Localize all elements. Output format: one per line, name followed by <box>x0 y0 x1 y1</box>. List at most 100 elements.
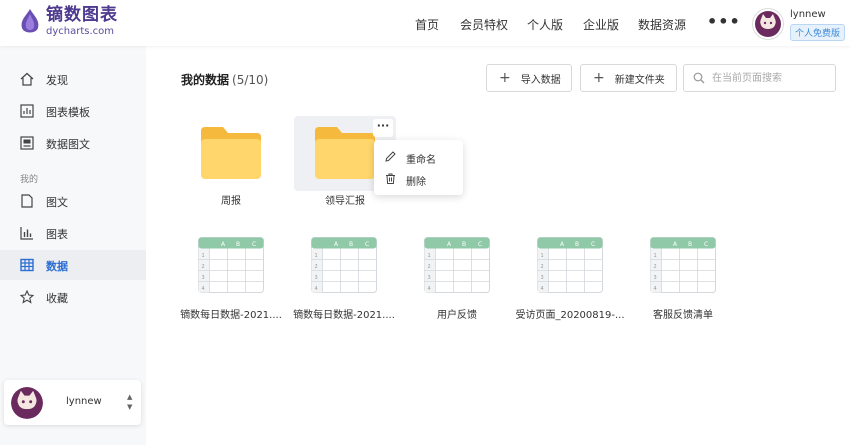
sidebar-item-discover[interactable]: 发现 <box>0 64 146 94</box>
sidebar-item-label: 数据图文 <box>46 138 90 151</box>
sidebar-item-data-articles[interactable]: 数据图文 <box>0 128 146 158</box>
spreadsheet-thumbnail[interactable]: A B C 1 2 3 4 <box>198 237 264 293</box>
folder-icon <box>315 127 375 179</box>
spreadsheet-thumbnail[interactable]: A B C 1 2 3 4 <box>650 237 716 293</box>
svg-text:C: C <box>591 241 595 248</box>
table-icon <box>20 258 34 272</box>
svg-text:3: 3 <box>202 275 205 281</box>
svg-text:1: 1 <box>541 253 544 259</box>
spreadsheet-icon: A B C 1 2 3 4 <box>650 237 716 293</box>
up-down-arrows-icon[interactable]: ▲ ▼ <box>127 392 132 412</box>
nav-enterprise[interactable]: 企业版 <box>583 16 619 33</box>
sidebar-item-chart-templates[interactable]: 图表模板 <box>0 96 146 126</box>
spreadsheet-icon: A B C 1 2 3 4 <box>424 237 490 293</box>
svg-text:1: 1 <box>315 253 318 259</box>
home-icon <box>20 72 34 86</box>
rename-menu-item[interactable]: 重命名 <box>374 146 463 168</box>
new-folder-button[interactable]: + 新建文件夹 <box>580 64 677 92</box>
nav-personal[interactable]: 个人版 <box>527 16 563 33</box>
search-box[interactable] <box>683 64 836 92</box>
file-name[interactable]: 受访页面_20200819-... <box>510 306 630 321</box>
sidebar-item-articles[interactable]: 图文 <box>0 186 146 216</box>
svg-text:4: 4 <box>315 286 318 292</box>
spreadsheet-thumbnail[interactable]: A B C 1 2 3 4 <box>424 237 490 293</box>
plan-badge: 个人免费版 <box>790 24 846 41</box>
svg-text:C: C <box>704 241 708 248</box>
sidebar-avatar <box>11 387 43 419</box>
brand-title: 镝数图表 <box>46 5 118 25</box>
svg-text:4: 4 <box>202 286 205 292</box>
sidebar: 发现 图表模板 数据图文 我的 图文 图表 数据 收藏 lynnew ▲ ▼ <box>0 46 146 445</box>
sidebar-item-data[interactable]: 数据 <box>0 250 146 280</box>
octocat-avatar-icon <box>755 11 781 37</box>
svg-text:C: C <box>478 241 482 248</box>
plus-icon: + <box>593 70 605 86</box>
sidebar-username: lynnew <box>66 396 102 407</box>
sidebar-item-favorites[interactable]: 收藏 <box>0 282 146 312</box>
bar-chart-icon <box>20 227 33 240</box>
nav-membership[interactable]: 会员特权 <box>460 16 508 33</box>
octocat-avatar-icon <box>11 387 43 419</box>
top-header: 镝数图表 dycharts.com 首页 会员特权 个人版 企业版 数据资源 •… <box>0 0 851 46</box>
spreadsheet-icon: A B C 1 2 3 4 <box>198 237 264 293</box>
spreadsheet-thumbnail[interactable]: A B C 1 2 3 4 <box>537 237 603 293</box>
spreadsheet-icon: A B C 1 2 3 4 <box>537 237 603 293</box>
chart-template-icon <box>20 104 34 118</box>
data-count: (5/10) <box>232 73 269 87</box>
file-name[interactable]: 镝数每日数据-2021.... <box>171 306 291 321</box>
svg-text:4: 4 <box>654 286 657 292</box>
header-username: lynnew <box>790 9 826 20</box>
delete-label: 删除 <box>406 177 426 188</box>
sidebar-item-label: 图文 <box>46 196 68 209</box>
import-data-label: 导入数据 <box>520 74 561 86</box>
context-menu: 重命名 删除 <box>374 140 463 195</box>
file-name[interactable]: 客服反馈清单 <box>623 306 743 321</box>
import-data-button[interactable]: + 导入数据 <box>486 64 572 92</box>
svg-text:2: 2 <box>315 264 318 270</box>
more-options-icon[interactable]: ··· <box>373 119 393 137</box>
account-switcher[interactable]: lynnew ▲ ▼ <box>4 380 141 425</box>
sidebar-item-label: 图表 <box>46 228 68 241</box>
brand-logo[interactable]: 镝数图表 dycharts.com <box>18 7 118 37</box>
nav-home[interactable]: 首页 <box>415 16 439 33</box>
page-title: 我的数据 (5/10) <box>181 71 268 88</box>
sidebar-item-label: 数据 <box>46 260 68 273</box>
svg-text:B: B <box>575 241 579 248</box>
brand-subtitle: dycharts.com <box>46 26 115 37</box>
delete-menu-item[interactable]: 删除 <box>374 168 463 190</box>
file-name[interactable]: 用户反馈 <box>397 306 517 321</box>
svg-text:2: 2 <box>202 264 205 270</box>
svg-text:3: 3 <box>315 275 318 281</box>
svg-text:B: B <box>349 241 353 248</box>
svg-text:C: C <box>252 241 256 248</box>
svg-text:4: 4 <box>428 286 431 292</box>
folder-card[interactable] <box>180 116 282 191</box>
folder-icon <box>201 127 261 179</box>
search-input[interactable] <box>712 70 830 86</box>
sidebar-item-charts[interactable]: 图表 <box>0 218 146 248</box>
svg-text:B: B <box>462 241 466 248</box>
svg-text:3: 3 <box>541 275 544 281</box>
svg-text:1: 1 <box>428 253 431 259</box>
svg-text:3: 3 <box>428 275 431 281</box>
plus-icon: + <box>499 70 511 86</box>
page-title-text: 我的数据 <box>181 73 230 87</box>
document-icon <box>21 194 33 208</box>
svg-text:2: 2 <box>428 264 431 270</box>
new-folder-label: 新建文件夹 <box>614 74 665 86</box>
sidebar-group-mine: 我的 <box>20 175 39 185</box>
search-icon <box>693 72 705 84</box>
svg-text:2: 2 <box>654 264 657 270</box>
svg-text:1: 1 <box>202 253 205 259</box>
spreadsheet-thumbnail[interactable]: A B C 1 2 3 4 <box>311 237 377 293</box>
nav-data-resources[interactable]: 数据资源 <box>638 16 686 33</box>
header-avatar[interactable] <box>752 8 784 40</box>
svg-text:B: B <box>236 241 240 248</box>
data-article-icon <box>20 136 34 150</box>
folder-name[interactable]: 周报 <box>180 192 282 207</box>
trash-icon <box>386 173 395 184</box>
nav-more-icon[interactable]: ••• <box>707 12 741 31</box>
svg-text:C: C <box>365 241 369 248</box>
file-name[interactable]: 镝数每日数据-2021.... <box>284 306 404 321</box>
svg-text:2: 2 <box>541 264 544 270</box>
